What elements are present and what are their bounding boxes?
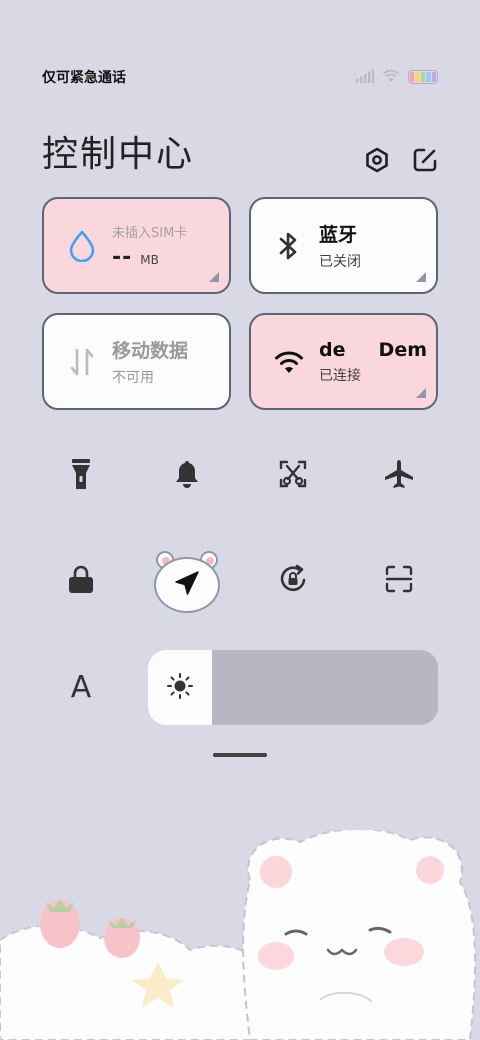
carrier-status: 仅可紧急通话 (42, 70, 126, 86)
location-toggle[interactable] (148, 542, 226, 620)
page-title: 控制中心 (42, 134, 195, 175)
header-actions (364, 147, 438, 173)
mobile-data-status: 不可用 (112, 370, 154, 386)
battery-segment (410, 72, 415, 82)
flashlight-icon (71, 457, 91, 495)
bluetooth-texts: 蓝牙 已关闭 (319, 220, 361, 271)
flashlight-toggle[interactable] (42, 437, 120, 515)
battery-segment (426, 72, 431, 82)
font-a-icon: A (70, 669, 92, 705)
screenshot-toggle[interactable] (254, 437, 332, 515)
wifi-network-name: de Dem (319, 338, 428, 361)
wallpaper-illustration (0, 830, 477, 1040)
wifi-tile[interactable]: de Dem 已连接 (249, 313, 438, 410)
bear-face (154, 557, 220, 613)
screenshot-scissors-icon (278, 459, 308, 493)
mobile-data-usage-tile[interactable]: 未插入SIM卡 -- MB (42, 197, 231, 294)
scan-toggle[interactable] (360, 542, 438, 620)
data-usage-row: -- MB (112, 245, 187, 270)
mobile-data-texts: 移动数据 不可用 (112, 336, 188, 387)
font-size-toggle[interactable]: A (42, 648, 120, 726)
drag-handle[interactable] (213, 753, 267, 757)
water-drop-icon (66, 230, 98, 262)
lock-icon (67, 564, 95, 598)
bell-icon (173, 459, 201, 493)
toggle-row-1 (42, 437, 438, 515)
location-icon (173, 569, 201, 601)
expand-corner-icon (416, 272, 426, 282)
airplane-icon (383, 458, 415, 494)
sim-status: 未插入SIM卡 (112, 225, 188, 241)
control-center-header: 控制中心 (42, 126, 438, 176)
status-bar: 仅可紧急通话 (42, 66, 438, 88)
battery-icon (408, 70, 438, 84)
battery-segment (420, 72, 426, 82)
brightness-fill (148, 650, 212, 725)
data-arrows-icon (66, 346, 98, 378)
status-icons (356, 68, 438, 87)
rotation-lock-toggle[interactable] (254, 542, 332, 620)
expand-corner-icon (416, 388, 426, 398)
bear-frame (154, 551, 220, 613)
mobile-data-title: 移动数据 (112, 340, 189, 362)
battery-segment (415, 72, 420, 82)
data-usage-unit: MB (140, 252, 159, 267)
rotation-lock-icon (277, 563, 309, 599)
sim-texts: 未插入SIM卡 -- MB (112, 222, 187, 270)
settings-hexagon-icon[interactable] (364, 147, 390, 173)
signal-bars-icon (356, 68, 374, 87)
edit-icon[interactable] (412, 147, 438, 173)
mobile-data-tile[interactable]: 移动数据 不可用 (42, 313, 231, 410)
bluetooth-title: 蓝牙 (319, 224, 358, 246)
airplane-mode-toggle[interactable] (360, 437, 438, 515)
battery-segment (431, 72, 437, 82)
data-usage-value: -- (112, 244, 133, 270)
silent-mode-toggle[interactable] (148, 437, 226, 515)
toggle-row-2 (42, 542, 438, 620)
bluetooth-status: 已关闭 (319, 254, 361, 270)
lock-screen-toggle[interactable] (42, 542, 120, 620)
bluetooth-icon (273, 230, 305, 262)
wifi-texts: de Dem 已连接 (319, 339, 427, 385)
wifi-icon (273, 346, 305, 378)
expand-corner-icon (209, 272, 219, 282)
scan-icon (384, 564, 414, 598)
wifi-status: 已连接 (319, 367, 361, 384)
wifi-icon (382, 68, 400, 87)
bluetooth-tile[interactable]: 蓝牙 已关闭 (249, 197, 438, 294)
brightness-slider[interactable] (148, 650, 438, 725)
sun-icon (166, 672, 194, 704)
